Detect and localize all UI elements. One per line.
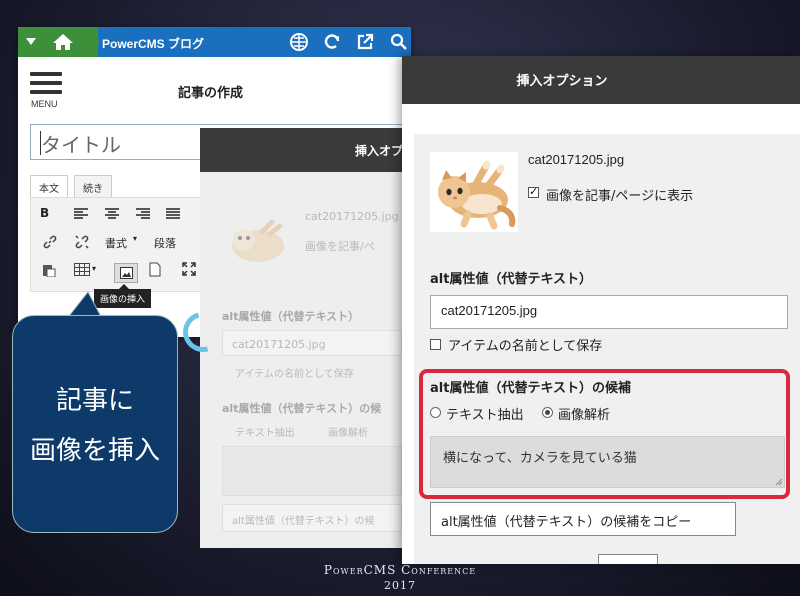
callout-line-1: 記事に — [55, 386, 134, 416]
background-radio-image: 画像解析 — [328, 428, 368, 439]
justify-icon[interactable] — [166, 208, 180, 220]
paragraph-select[interactable]: 段落 — [154, 235, 176, 251]
tab-more[interactable]: 続き — [74, 175, 112, 197]
candidate-highlight-box — [419, 369, 790, 499]
align-center-icon[interactable] — [105, 208, 119, 220]
callout-bubble — [12, 315, 178, 533]
site-title[interactable]: PowerCMS ブログ — [102, 35, 204, 52]
copy-candidate-button[interactable]: alt属性値（代替テキスト）の候補をコピー — [430, 502, 736, 536]
background-show-label: 画像を記事/ペ — [305, 240, 375, 253]
align-right-icon[interactable] — [136, 208, 150, 220]
dialog-title: 挿入オプション — [516, 74, 608, 89]
background-filename: cat20171205.jpg — [305, 210, 399, 223]
chevron-down-icon[interactable] — [26, 38, 36, 45]
background-dialog-header: 挿入オプ — [200, 128, 410, 172]
background-radio-text: テキスト抽出 — [235, 428, 295, 439]
show-in-post-checkbox[interactable] — [528, 185, 539, 198]
alt-text-input[interactable]: cat20171205.jpg — [430, 295, 788, 329]
save-as-name-label: アイテムの名前として保存 — [448, 339, 603, 354]
callout-line-2: 画像を挿入 — [29, 436, 160, 466]
dialog-header: 挿入オプション — [402, 56, 800, 104]
background-dialog-title: 挿入オプ — [355, 144, 404, 158]
save-as-name-checkbox[interactable] — [430, 339, 441, 350]
menu-icon[interactable] — [30, 72, 62, 98]
page-title: 記事の作成 — [178, 86, 244, 101]
format-select[interactable]: 書式 — [105, 235, 127, 251]
table-icon[interactable] — [74, 263, 90, 276]
bold-button[interactable]: B — [40, 206, 49, 220]
background-save-label: アイテムの名前として保存 — [235, 369, 354, 380]
background-dialog: 挿入オプ cat20171205.jpg 画像を記事/ペ alt属性値（代替テキ… — [200, 128, 410, 548]
cat-photo — [430, 152, 518, 232]
home-icon[interactable] — [52, 33, 74, 51]
footer-conference: PowerCMS Conference — [323, 563, 477, 577]
breadcrumb-separator — [86, 27, 100, 57]
refresh-icon[interactable] — [323, 33, 341, 51]
show-in-post-label: 画像を記事/ページに表示 — [546, 189, 694, 204]
insert-image-button[interactable] — [114, 263, 138, 283]
align-left-icon[interactable] — [74, 208, 88, 220]
document-icon[interactable] — [149, 262, 161, 277]
grid-icon[interactable] — [290, 33, 308, 51]
background-candidate-box — [222, 446, 402, 496]
alt-heading: alt属性値（代替テキスト） — [430, 272, 593, 287]
fullscreen-icon[interactable] — [182, 262, 196, 276]
chevron-down-icon: ▾ — [92, 264, 97, 273]
link-icon[interactable] — [43, 235, 57, 249]
top-nav-bar: PowerCMS ブログ — [18, 27, 411, 57]
menu-label: MENU — [31, 99, 58, 109]
background-copy-label: alt属性値（代替テキスト）の候 — [232, 516, 375, 527]
background-alt-value: cat20171205.jpg — [232, 338, 326, 351]
cat-photo — [232, 219, 284, 262]
chevron-down-icon: ▾ — [133, 234, 138, 243]
unlink-icon[interactable] — [75, 235, 89, 249]
background-alt-heading: alt属性値（代替テキスト） — [222, 310, 360, 323]
image-filename: cat20171205.jpg — [528, 152, 625, 167]
external-link-icon[interactable] — [356, 33, 374, 51]
footer-year: 2017 — [384, 579, 416, 592]
search-icon[interactable] — [390, 33, 408, 51]
paste-icon[interactable] — [42, 263, 56, 277]
background-candidate-heading: alt属性値（代替テキスト）の候 — [222, 402, 382, 415]
image-icon — [120, 267, 133, 279]
tab-body[interactable]: 本文 — [30, 175, 68, 197]
